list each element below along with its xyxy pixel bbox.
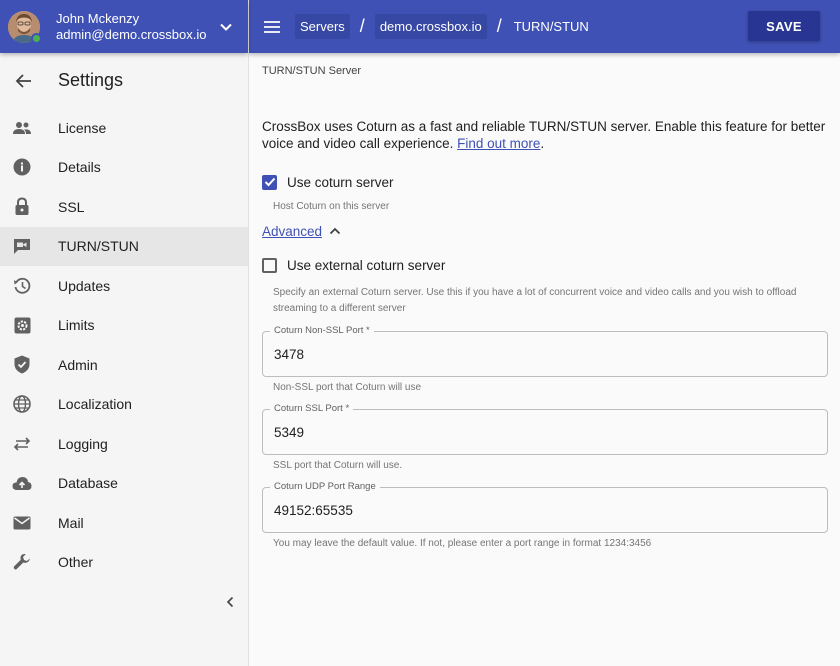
chevron-left-icon (226, 596, 234, 608)
settings-header: Settings (0, 53, 248, 108)
sidebar-item-logging[interactable]: Logging (0, 424, 248, 464)
breadcrumb-separator: / (359, 16, 365, 36)
udp-port-range-input[interactable] (274, 503, 794, 518)
shield-icon (12, 355, 32, 375)
udp-port-range-label: Coturn UDP Port Range (270, 481, 380, 493)
sidebar: John Mckenzy admin@demo.crossbox.io Sett… (0, 0, 249, 666)
sidebar-item-mail[interactable]: Mail (0, 503, 248, 543)
find-out-more-link[interactable]: Find out more (457, 136, 540, 151)
user-email: admin@demo.crossbox.io (56, 26, 207, 42)
people-icon (12, 118, 32, 138)
sidebar-item-admin[interactable]: Admin (0, 345, 248, 385)
sidebar-item-turn-stun[interactable]: TURN/STUN (0, 226, 248, 266)
breadcrumb-current: TURN/STUN (513, 19, 589, 34)
sidebar-item-label: SSL (58, 198, 85, 215)
info-icon (12, 157, 32, 177)
advanced-link[interactable]: Advanced (262, 224, 322, 239)
non-ssl-port-input[interactable] (274, 347, 794, 362)
sidebar-item-label: TURN/STUN (58, 238, 139, 255)
use-coturn-helper: Host Coturn on this server (273, 201, 390, 212)
mail-icon (12, 513, 32, 533)
use-coturn-checkbox-row[interactable]: Use coturn server (262, 172, 828, 192)
intro-text: CrossBox uses Coturn as a fast and relia… (262, 118, 828, 152)
videocam-icon (12, 236, 32, 256)
sidebar-item-label: Updates (58, 277, 111, 294)
sidebar-item-label: Logging (58, 435, 108, 452)
use-coturn-label: Use coturn server (287, 174, 394, 190)
arrow-back-icon (15, 73, 31, 88)
sidebar-item-other[interactable]: Other (0, 543, 248, 583)
sidebar-item-label: Limits (58, 317, 95, 334)
sidebar-item-label: Localization (58, 396, 132, 413)
chevron-up-icon (329, 227, 341, 235)
back-button[interactable] (12, 69, 36, 93)
settings-box-icon (12, 315, 32, 335)
ssl-port-input[interactable] (274, 425, 794, 440)
settings-nav: License Details SSL TURN/STUN Updates Li… (0, 108, 248, 582)
sidebar-item-label: Other (58, 554, 94, 571)
ssl-port-label: Coturn SSL Port * (270, 403, 354, 415)
cloud-upload-icon (12, 473, 32, 493)
wrench-icon (12, 552, 32, 572)
advanced-toggle[interactable]: Advanced (262, 221, 828, 241)
breadcrumb: Servers / demo.crossbox.io / TURN/STUN (284, 14, 589, 39)
sidebar-item-updates[interactable]: Updates (0, 266, 248, 306)
lock-icon (12, 197, 32, 217)
use-external-checkbox-row[interactable]: Use external coturn server (262, 255, 828, 275)
udp-port-range-field[interactable]: Coturn UDP Port Range (262, 481, 828, 533)
save-button[interactable]: SAVE (748, 11, 820, 41)
udp-port-range-helper: You may leave the default value. If not,… (273, 538, 652, 549)
use-external-checkbox[interactable] (262, 257, 277, 273)
sidebar-item-details[interactable]: Details (0, 148, 248, 188)
use-external-helper: Specify an external Coturn server. Use t… (273, 287, 797, 314)
collapse-sidebar-button[interactable] (218, 590, 242, 614)
use-coturn-checkbox[interactable] (262, 174, 277, 190)
user-header: John Mckenzy admin@demo.crossbox.io (0, 0, 248, 53)
ssl-port-helper: SSL port that Coturn will use. (273, 460, 403, 471)
section-title: TURN/STUN Server (262, 65, 362, 77)
topbar: Servers / demo.crossbox.io / TURN/STUN S… (249, 0, 840, 53)
breadcrumb-servers[interactable]: Servers (295, 14, 350, 39)
menu-button[interactable] (260, 15, 284, 39)
hamburger-icon (264, 20, 280, 33)
user-menu-toggle[interactable] (206, 7, 246, 47)
history-icon (12, 276, 32, 296)
avatar[interactable] (8, 10, 42, 44)
globe-icon (12, 394, 32, 414)
user-info: John Mckenzy admin@demo.crossbox.io (56, 11, 206, 43)
sidebar-item-limits[interactable]: Limits (0, 306, 248, 346)
non-ssl-port-label: Coturn Non-SSL Port * (270, 325, 374, 337)
swap-arrows-icon (12, 434, 32, 454)
sidebar-item-label: Admin (58, 356, 98, 373)
non-ssl-port-helper: Non-SSL port that Coturn will use (273, 382, 422, 393)
sidebar-item-label: License (58, 119, 107, 136)
use-external-label: Use external coturn server (287, 257, 446, 273)
online-status-dot (31, 32, 42, 44)
sidebar-item-label: Database (58, 475, 118, 492)
sidebar-item-database[interactable]: Database (0, 464, 248, 504)
check-icon (264, 177, 275, 187)
intro-end: . (540, 136, 545, 151)
sidebar-item-localization[interactable]: Localization (0, 385, 248, 425)
sidebar-item-label: Details (58, 159, 101, 176)
main-content: TURN/STUN Server CrossBox uses Coturn as… (262, 53, 828, 552)
breadcrumb-separator: / (496, 16, 502, 36)
chevron-down-icon (220, 23, 232, 31)
sidebar-item-license[interactable]: License (0, 108, 248, 148)
settings-title: Settings (58, 70, 124, 90)
non-ssl-port-field[interactable]: Coturn Non-SSL Port * (262, 325, 828, 377)
sidebar-item-ssl[interactable]: SSL (0, 187, 248, 227)
user-name: John Mckenzy (56, 10, 140, 26)
breadcrumb-server-host[interactable]: demo.crossbox.io (374, 14, 487, 39)
sidebar-item-label: Mail (58, 514, 84, 531)
ssl-port-field[interactable]: Coturn SSL Port * (262, 403, 828, 455)
